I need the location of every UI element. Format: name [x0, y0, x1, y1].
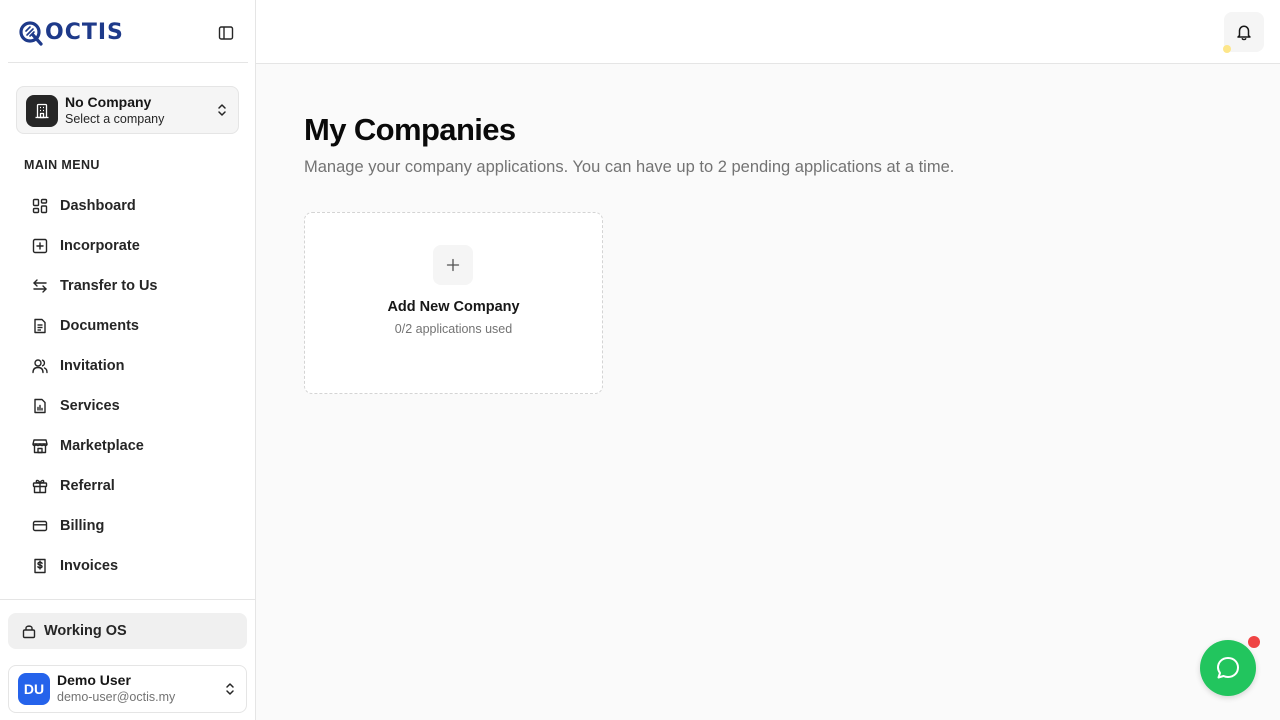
sidebar-item-label: Transfer to Us: [60, 278, 158, 294]
chat-unread-badge: [1248, 636, 1260, 648]
sidebar-item-documents[interactable]: Documents: [24, 306, 240, 346]
avatar: DU: [18, 673, 50, 705]
page-title: My Companies: [304, 112, 516, 147]
top-bar: [256, 0, 1280, 64]
sidebar-item-label: Invitation: [60, 358, 125, 374]
sidebar-item-transfer[interactable]: Transfer to Us: [24, 266, 240, 306]
file-chart-icon: [32, 398, 48, 414]
sidebar-item-incorporate[interactable]: Incorporate: [24, 226, 240, 266]
sidebar-item-billing[interactable]: Billing: [24, 506, 240, 546]
working-os-label: Working OS: [44, 623, 127, 639]
octis-logo-icon: [19, 21, 43, 46]
sidebar-item-label: Marketplace: [60, 438, 144, 454]
plus-square-icon: [32, 238, 48, 254]
brand-name: OCTIS: [45, 20, 124, 45]
add-company-title: Add New Company: [387, 299, 520, 315]
sidebar-panel-icon: [218, 26, 234, 40]
company-subtitle: Select a company: [65, 112, 165, 126]
dashboard-icon: [32, 198, 48, 214]
sidebar: OCTIS No Company Select a company MAIN M…: [0, 0, 256, 720]
page-subtitle: Manage your company applications. You ca…: [304, 158, 955, 176]
sidebar-item-label: Invoices: [60, 558, 119, 574]
company-name: No Company: [65, 94, 152, 110]
gift-icon: [32, 478, 48, 494]
add-company-card[interactable]: Add New Company 0/2 applications used: [304, 212, 603, 394]
plus-icon: [433, 245, 473, 285]
applications-usage: 0/2 applications used: [394, 322, 513, 336]
chat-bubble-icon: [1217, 657, 1239, 679]
sidebar-item-invitation[interactable]: Invitation: [24, 346, 240, 386]
users-icon: [32, 358, 48, 374]
working-os-button[interactable]: Working OS: [8, 613, 247, 649]
store-icon: [32, 438, 48, 454]
sidebar-item-services[interactable]: Services: [24, 386, 240, 426]
sidebar-item-label: Services: [60, 398, 120, 414]
company-switcher[interactable]: No Company Select a company: [16, 86, 239, 134]
chevrons-up-down-icon: [218, 104, 226, 116]
sidebar-item-label: Dashboard: [60, 198, 136, 214]
sidebar-item-label: Incorporate: [60, 238, 140, 254]
notification-indicator: [1223, 45, 1231, 53]
brand-logo[interactable]: OCTIS: [18, 19, 124, 47]
sidebar-header: OCTIS: [8, 0, 248, 63]
sidebar-item-label: Documents: [60, 318, 139, 334]
bell-icon: [1237, 25, 1251, 41]
sidebar-item-label: Billing: [60, 518, 105, 534]
arrows-left-right-icon: [32, 278, 48, 294]
building-icon: [26, 95, 58, 127]
sidebar-footer: Working OS DU Demo User demo-user@octis.…: [0, 599, 255, 720]
chat-button[interactable]: [1200, 640, 1256, 696]
user-name: Demo User: [57, 672, 131, 688]
user-menu[interactable]: DU Demo User demo-user@octis.my: [8, 665, 247, 713]
sidebar-toggle-button[interactable]: [214, 21, 238, 45]
main-menu: Dashboard Incorporate Transfer to Us Doc…: [24, 186, 240, 586]
lock-icon: [21, 623, 37, 639]
user-email: demo-user@octis.my: [57, 690, 176, 704]
sidebar-item-dashboard[interactable]: Dashboard: [24, 186, 240, 226]
chevrons-up-down-icon: [226, 683, 234, 695]
main-menu-heading: MAIN MENU: [24, 158, 100, 172]
sidebar-item-invoices[interactable]: Invoices: [24, 546, 240, 586]
sidebar-item-referral[interactable]: Referral: [24, 466, 240, 506]
credit-card-icon: [32, 518, 48, 534]
document-icon: [32, 318, 48, 334]
sidebar-item-label: Referral: [60, 478, 115, 494]
sidebar-item-marketplace[interactable]: Marketplace: [24, 426, 240, 466]
receipt-dollar-icon: [32, 558, 48, 574]
